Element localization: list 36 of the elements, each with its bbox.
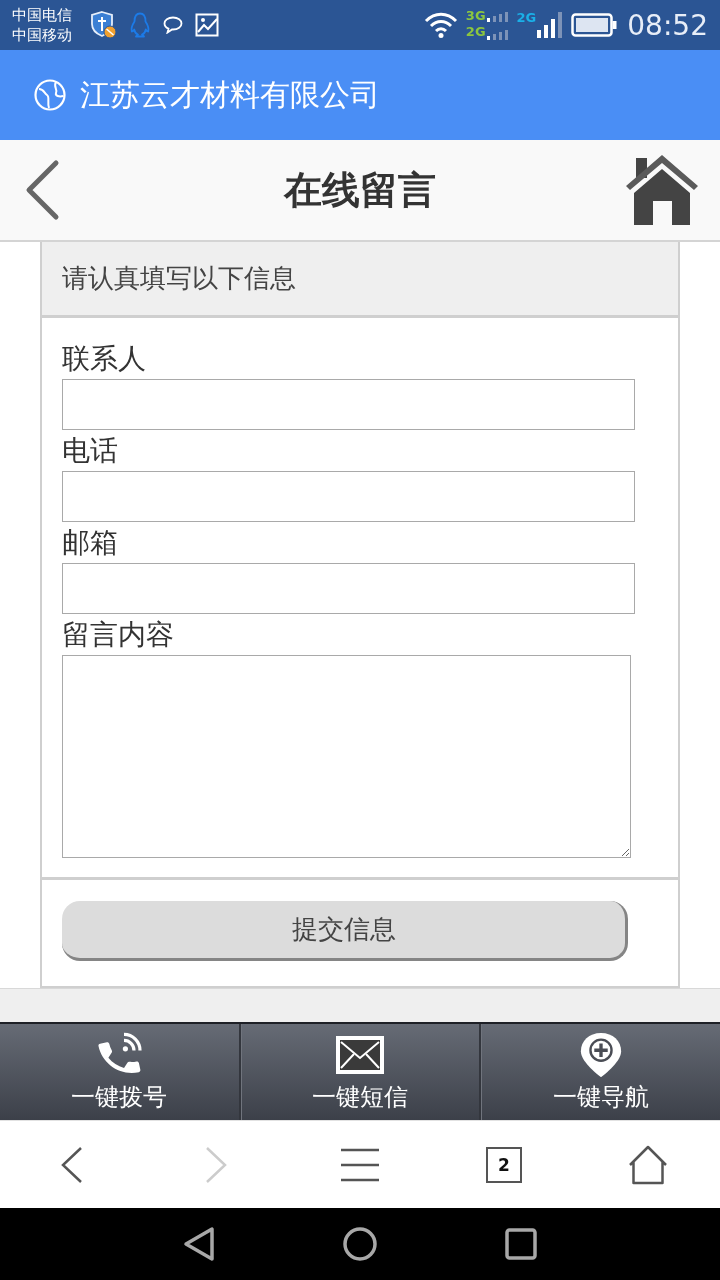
network-type: 2G (516, 10, 537, 26)
input-field[interactable] (62, 379, 635, 430)
shield-icon (90, 11, 117, 39)
page-title: 在线留言 (284, 167, 436, 213)
globe-icon (34, 79, 66, 111)
chevron-left-icon[interactable] (61, 1145, 83, 1184)
company-name: 江苏云才材料有限公司 (80, 77, 380, 113)
input-field[interactable] (62, 471, 635, 522)
field-label: 电话 (62, 433, 118, 469)
house-icon[interactable] (628, 1144, 668, 1185)
tab-count-button[interactable]: 2 (486, 1146, 522, 1183)
network-type: 3G (465, 8, 486, 24)
square-icon[interactable] (505, 1228, 537, 1260)
clock-time: 08:52 (627, 8, 708, 42)
input-field[interactable] (62, 563, 635, 614)
signal-icon (486, 10, 509, 40)
submit-button[interactable]: 提交信息 (62, 901, 628, 961)
carrier-name: 中国移动 (12, 25, 72, 45)
chevron-left-icon[interactable] (24, 159, 60, 221)
triangle-icon[interactable] (183, 1226, 215, 1262)
battery-icon (571, 13, 618, 37)
carrier-name: 中国电信 (12, 5, 72, 25)
chat-bubble-icon (163, 16, 183, 34)
network-type: 2G (465, 24, 486, 40)
field-label: 邮箱 (62, 525, 118, 561)
house-icon[interactable] (626, 155, 698, 225)
action-button[interactable]: 一键拨号 (0, 1024, 239, 1120)
signal-icon (537, 12, 564, 38)
wifi-icon (423, 12, 458, 38)
circle-icon[interactable] (343, 1227, 377, 1261)
field-label: 联系人 (62, 341, 146, 377)
field-label: 留言内容 (62, 617, 174, 653)
penguin-icon (129, 12, 151, 38)
form-heading: 请认真填写以下信息 (42, 242, 678, 318)
image-icon (195, 13, 219, 37)
menu-icon[interactable] (341, 1147, 379, 1182)
